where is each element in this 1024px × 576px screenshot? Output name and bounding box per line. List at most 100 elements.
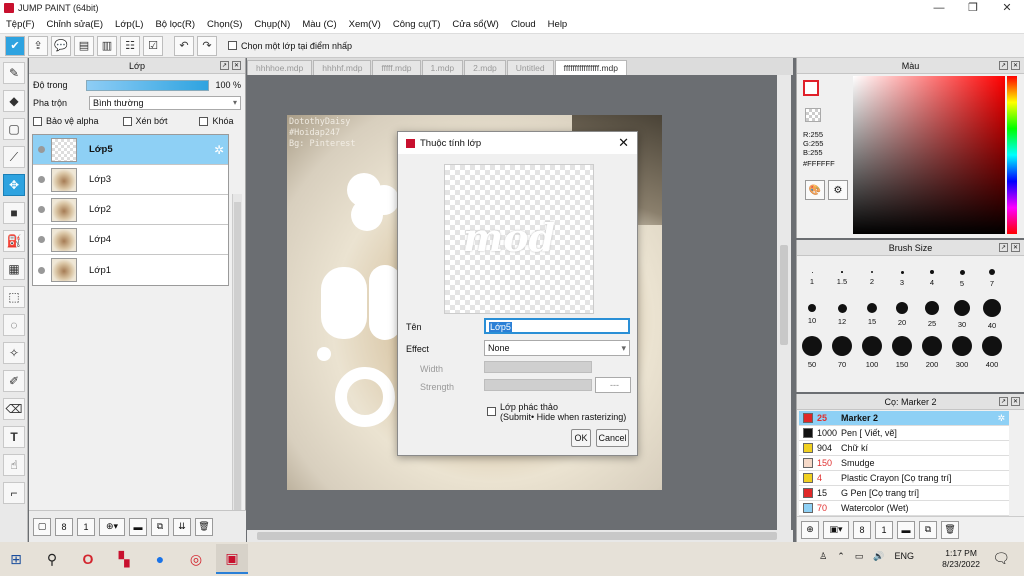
panel-close-icon[interactable]: ✕: [1011, 243, 1020, 252]
speech-bubble-icon[interactable]: 💬: [51, 35, 71, 56]
blend-mode-select[interactable]: Bình thường: [89, 96, 241, 110]
network-icon[interactable]: ▭: [855, 551, 864, 562]
brush-delete-icon[interactable]: 🗑: [941, 520, 959, 539]
auto-select-icon[interactable]: ✔: [5, 35, 25, 56]
brush-add-icon[interactable]: ⊕: [801, 520, 819, 539]
brush-folder-icon[interactable]: ▬: [897, 520, 915, 539]
bucket-tool-icon[interactable]: ⛽: [3, 230, 25, 252]
canvas-horizontal-scrollbar[interactable]: [247, 530, 793, 542]
people-icon[interactable]: ♙: [819, 551, 827, 562]
export-icon[interactable]: ⇪: [28, 35, 48, 56]
visibility-icon[interactable]: [38, 206, 45, 213]
brush-size-option[interactable]: 5: [947, 262, 977, 288]
brush-size-option[interactable]: 200: [917, 336, 947, 369]
magic-wand-tool-icon[interactable]: ✧: [3, 342, 25, 364]
panel-undock-icon[interactable]: ↗: [220, 61, 229, 70]
doc-tab[interactable]: hhhhf.mdp: [313, 60, 372, 75]
layer-row[interactable]: Lớp2: [33, 195, 228, 225]
gear-icon[interactable]: ✲: [214, 143, 224, 157]
layer-row[interactable]: Lớp4: [33, 225, 228, 255]
page-icon[interactable]: ▥: [97, 35, 117, 56]
hand-tool-icon[interactable]: ☝: [3, 454, 25, 476]
select-layer-on-click-checkbox[interactable]: [228, 41, 237, 50]
lock-checkbox[interactable]: [199, 116, 209, 126]
rectangle-tool-icon[interactable]: ▢: [3, 118, 25, 140]
gear-icon[interactable]: ✲: [997, 413, 1005, 424]
opacity-slider[interactable]: [85, 79, 210, 91]
brush-size-option[interactable]: 4: [917, 262, 947, 287]
panel-undock-icon[interactable]: ↗: [999, 397, 1008, 406]
saturation-value-picker[interactable]: [853, 76, 1005, 234]
brush-item[interactable]: 15 G Pen [Cọ trang trí]: [799, 486, 1009, 501]
add-layer-menu-icon[interactable]: ⊕▾: [99, 517, 125, 536]
new-8bit-layer-icon[interactable]: 8: [55, 517, 73, 536]
doc-tab[interactable]: fffff.mdp: [372, 60, 421, 75]
fill-rect-tool-icon[interactable]: ■: [3, 202, 25, 224]
brush-size-option[interactable]: 20: [887, 298, 917, 327]
zalo-icon[interactable]: ●: [144, 544, 176, 574]
brush-size-option[interactable]: 2: [857, 262, 887, 286]
brush-size-option[interactable]: 1: [797, 262, 827, 286]
brush-item[interactable]: 70 Watercolor (Wet): [799, 501, 1009, 516]
brush-item[interactable]: 904 Chữ kí: [799, 441, 1009, 456]
merge-layer-icon[interactable]: ⇊: [173, 517, 191, 536]
brush-tool-icon[interactable]: ✎: [3, 62, 25, 84]
hue-slider[interactable]: [1007, 76, 1017, 234]
menu-capture[interactable]: Chụp(N): [248, 19, 296, 30]
brush-size-option[interactable]: 7: [977, 262, 1007, 288]
opera-gx-icon[interactable]: ◎: [180, 544, 212, 574]
notification-icon[interactable]: 🗨: [992, 550, 1010, 567]
draft-layer-checkbox[interactable]: [487, 407, 496, 416]
brush-size-option[interactable]: 400: [977, 336, 1007, 369]
panel-close-icon[interactable]: ✕: [1011, 397, 1020, 406]
effect-select[interactable]: None ▾: [484, 340, 630, 356]
panel-undock-icon[interactable]: ↗: [999, 61, 1008, 70]
doc-tab-active[interactable]: ffffffffffffffff.mdp: [554, 60, 627, 75]
brush-size-option[interactable]: 100: [857, 336, 887, 369]
brush-item[interactable]: 150 Smudge: [799, 456, 1009, 471]
brush-size-option[interactable]: 300: [947, 336, 977, 369]
select-eraser-tool-icon[interactable]: ⌫: [3, 398, 25, 420]
text-tool-icon[interactable]: T: [3, 426, 25, 448]
brush-item[interactable]: 4 Plastic Crayon [Cọ trang trí]: [799, 471, 1009, 486]
brush-size-option[interactable]: 50: [797, 336, 827, 369]
menu-tools[interactable]: Công cụ(T): [387, 19, 447, 30]
brush-8bit-icon[interactable]: 8: [853, 520, 871, 539]
brush-1bit-icon[interactable]: 1: [875, 520, 893, 539]
visibility-icon[interactable]: [38, 236, 45, 243]
checklist-icon[interactable]: ☑: [143, 35, 163, 56]
brush-size-option[interactable]: 3: [887, 262, 917, 287]
menu-filter[interactable]: Bộ lọc(R): [149, 19, 201, 30]
jump-paint-taskbar-icon[interactable]: ▣: [216, 544, 248, 574]
menu-color[interactable]: Màu (C): [296, 19, 342, 30]
eyedropper-tool-icon[interactable]: ⌐: [3, 482, 25, 504]
opera-icon[interactable]: O: [72, 544, 104, 574]
menu-select[interactable]: Chọn(S): [201, 19, 248, 30]
rect-select-tool-icon[interactable]: ⬚: [3, 286, 25, 308]
undo-icon[interactable]: ↶: [174, 35, 194, 56]
duplicate-layer-icon[interactable]: ⧉: [151, 517, 169, 536]
close-button[interactable]: ✕: [990, 0, 1024, 16]
gradient-tool-icon[interactable]: ▦: [3, 258, 25, 280]
visibility-icon[interactable]: [38, 146, 45, 153]
layer-row[interactable]: Lớp5 ✲: [33, 135, 228, 165]
canvas-vertical-scrollbar[interactable]: [777, 75, 791, 530]
lasso-tool-icon[interactable]: ◌: [3, 314, 25, 336]
doc-tab[interactable]: 2.mdp: [464, 60, 506, 75]
doc-tab[interactable]: Untitled: [506, 60, 554, 75]
redo-icon[interactable]: ↷: [197, 35, 217, 56]
menu-help[interactable]: Help: [542, 19, 574, 30]
brush-size-option[interactable]: 1.5: [827, 262, 857, 286]
palette-icon[interactable]: 🎨: [805, 180, 825, 200]
brush-size-option[interactable]: 40: [977, 298, 1007, 330]
clock[interactable]: 1:17 PM 8/23/2022: [942, 548, 980, 570]
grid-list-icon[interactable]: ☷: [120, 35, 140, 56]
new-layer-icon[interactable]: ▢: [33, 517, 51, 536]
panel-close-icon[interactable]: ✕: [1011, 61, 1020, 70]
protect-alpha-checkbox[interactable]: [33, 116, 42, 126]
palette-settings-icon[interactable]: ⚙: [828, 180, 848, 200]
brush-size-option[interactable]: 12: [827, 298, 857, 326]
eraser-tool-icon[interactable]: ◆: [3, 90, 25, 112]
layer-name-input[interactable]: Lớp5: [484, 318, 630, 334]
visibility-icon[interactable]: [38, 176, 45, 183]
